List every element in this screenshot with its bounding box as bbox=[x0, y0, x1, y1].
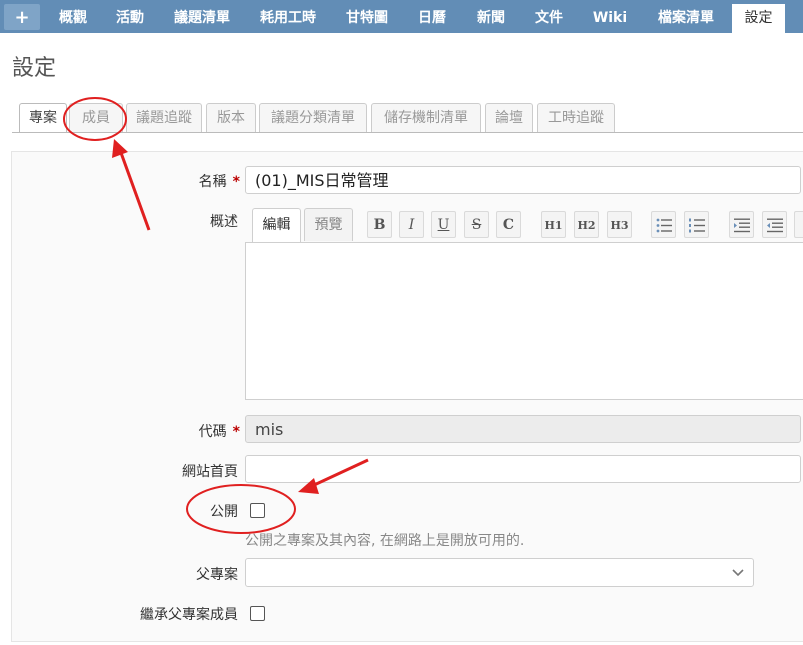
menu-item-news[interactable]: 新聞 bbox=[470, 0, 512, 33]
unordered-list-icon[interactable] bbox=[651, 211, 676, 238]
description-textarea[interactable] bbox=[245, 242, 803, 400]
homepage-input[interactable] bbox=[245, 455, 801, 483]
menu-item-time-entries[interactable]: 耗用工時 bbox=[253, 0, 323, 33]
h2-icon[interactable]: H2 bbox=[574, 211, 599, 238]
underline-icon[interactable]: U bbox=[431, 211, 456, 238]
public-hint: 公開之專案及其內容, 在網路上是開放可用的. bbox=[245, 533, 525, 549]
top-menu: + 概觀 活動 議題清單 耗用工時 甘特圖 日曆 新聞 文件 Wiki 檔案清單… bbox=[0, 0, 803, 33]
tab-issue-categories[interactable]: 議題分類清單 bbox=[259, 103, 367, 132]
identifier-label: 代碼 * bbox=[198, 424, 240, 440]
chevron-down-icon bbox=[732, 569, 744, 577]
page-title: 設定 bbox=[12, 56, 57, 81]
tab-forums[interactable]: 論壇 bbox=[485, 103, 533, 132]
h3-icon[interactable]: H3 bbox=[607, 211, 632, 238]
outdent-icon[interactable] bbox=[762, 211, 787, 238]
tab-members[interactable]: 成員 bbox=[69, 103, 123, 132]
tab-versions[interactable]: 版本 bbox=[206, 103, 256, 132]
editor-tab-edit[interactable]: 編輯 bbox=[252, 208, 301, 243]
tabs-divider bbox=[12, 132, 803, 133]
editor-tab-preview[interactable]: 預覽 bbox=[304, 208, 353, 241]
menu-item-activity[interactable]: 活動 bbox=[109, 0, 151, 33]
menu-item-issues[interactable]: 議題清單 bbox=[167, 0, 237, 33]
identifier-input: mis bbox=[245, 415, 801, 443]
menu-item-overview[interactable]: 概觀 bbox=[52, 0, 94, 33]
tab-project[interactable]: 專案 bbox=[19, 103, 67, 133]
description-label: 概述 bbox=[210, 214, 238, 230]
required-marker: * bbox=[232, 174, 240, 190]
inherit-members-label: 繼承父專案成員 bbox=[140, 607, 238, 623]
h1-icon[interactable]: H1 bbox=[541, 211, 566, 238]
tab-repositories[interactable]: 儲存機制清單 bbox=[371, 103, 481, 132]
tab-time-tracking[interactable]: 工時追蹤 bbox=[537, 103, 615, 132]
parent-project-label: 父專案 bbox=[196, 567, 238, 583]
public-checkbox[interactable] bbox=[250, 503, 265, 518]
public-label: 公開 bbox=[210, 504, 238, 520]
menu-item-settings[interactable]: 設定 bbox=[732, 4, 785, 33]
tab-issue-tracking[interactable]: 議題追蹤 bbox=[126, 103, 202, 132]
menu-item-wiki[interactable]: Wiki bbox=[585, 0, 635, 33]
menu-item-calendar[interactable]: 日曆 bbox=[411, 0, 453, 33]
code-icon[interactable]: C bbox=[496, 211, 521, 238]
new-object-button[interactable]: + bbox=[4, 4, 40, 30]
more-toolbar-icon[interactable] bbox=[794, 211, 803, 238]
italic-icon[interactable]: I bbox=[399, 211, 424, 238]
inherit-members-checkbox[interactable] bbox=[250, 606, 265, 621]
name-input[interactable]: (01)_MIS日常管理 bbox=[245, 166, 801, 194]
strikethrough-icon[interactable]: S bbox=[464, 211, 489, 238]
bold-icon[interactable]: B bbox=[367, 211, 392, 238]
menu-item-documents[interactable]: 文件 bbox=[528, 0, 570, 33]
menu-item-gantt[interactable]: 甘特圖 bbox=[339, 0, 395, 33]
name-label: 名稱 * bbox=[198, 174, 240, 190]
menu-item-files[interactable]: 檔案清單 bbox=[650, 0, 722, 33]
ordered-list-icon[interactable] bbox=[684, 211, 709, 238]
indent-icon[interactable] bbox=[729, 211, 754, 238]
required-marker: * bbox=[232, 424, 240, 440]
parent-project-select[interactable] bbox=[245, 558, 754, 587]
homepage-label: 網站首頁 bbox=[182, 464, 238, 480]
